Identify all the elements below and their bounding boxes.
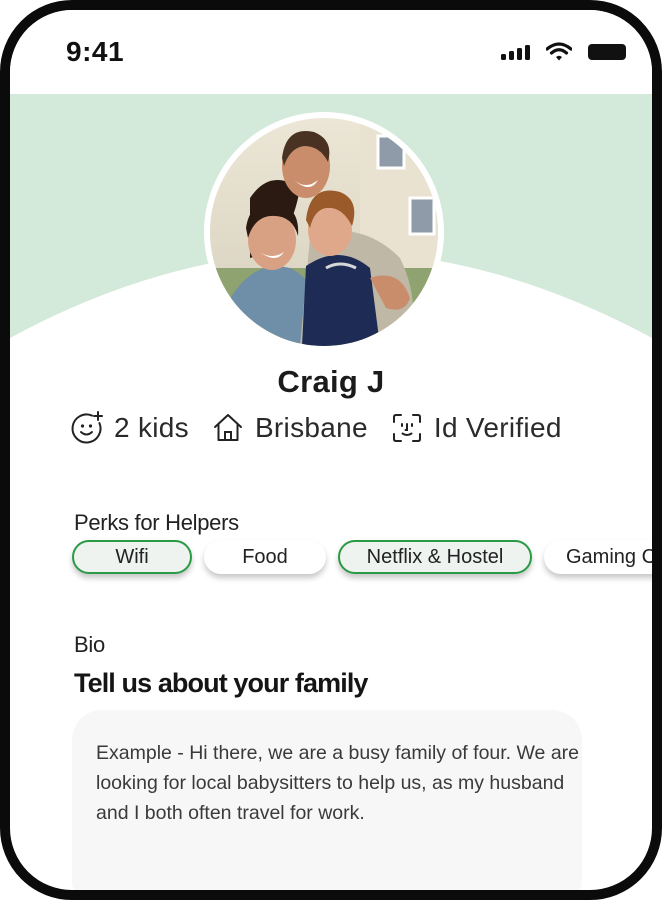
battery-icon [588,44,626,60]
profile-name: Craig J [277,364,385,399]
profile-meta: 2 kids Brisbane Id Verified [70,408,584,448]
home-icon [213,414,242,441]
profile-avatar[interactable] [204,112,444,352]
cellular-signal-icon [501,44,530,60]
smiley-plus-icon [71,411,103,444]
family-photo [210,118,438,346]
location: Brisbane [211,411,368,445]
bio-textarea[interactable]: Example - Hi there, we are a busy family… [72,710,582,890]
wifi-icon [546,42,572,61]
status-icons [501,42,626,62]
bio-heading: Tell us about your family [74,668,368,698]
kids-count: 2 kids [70,411,189,445]
perk-chip-gaming[interactable]: Gaming C [544,540,652,574]
status-bar: 9:41 [10,10,652,94]
status-time: 9:41 [66,36,125,67]
perks-section-label: Perks for Helpers [74,510,239,535]
bio-section-label: Bio [74,632,105,657]
bio-placeholder-text: Example - Hi there, we are a busy family… [96,742,580,824]
location-label: Brisbane [254,412,368,443]
perk-chip-food[interactable]: Food [204,540,326,574]
verification-label: Id Verified [433,412,562,443]
verification-status: Id Verified [390,411,562,445]
face-id-icon [392,414,421,442]
perks-chip-list[interactable]: Wifi Food Netflix & Hostel Gaming C [72,540,652,574]
perk-chip-wifi[interactable]: Wifi [72,540,192,574]
perk-chip-netflix-hostel[interactable]: Netflix & Hostel [338,540,532,574]
phone-frame: 9:41 Craig J 2 kids Brisbane Id Verified… [0,0,662,900]
kids-count-label: 2 kids [114,412,189,443]
